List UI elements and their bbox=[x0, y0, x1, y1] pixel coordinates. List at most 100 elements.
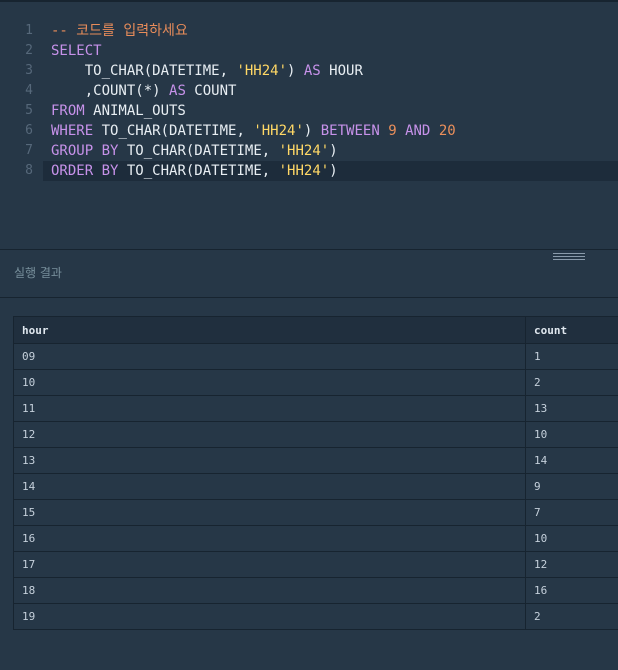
line-number: 4 bbox=[25, 83, 33, 98]
line-number: 2 bbox=[25, 43, 33, 58]
cell-count: 12 bbox=[525, 551, 618, 578]
code-token: ) bbox=[287, 63, 304, 79]
result-table: hour count 09 1 10 2 11 13 12 10 13 14 14 9 15 7 16 10 1… bbox=[13, 316, 618, 630]
cell-count: 7 bbox=[525, 499, 618, 526]
code-token: ANIMAL_OUTS bbox=[84, 103, 186, 119]
code-text: SELECT bbox=[51, 41, 102, 61]
column-header-hour: hour bbox=[13, 316, 526, 344]
table-row: 16 10 bbox=[13, 525, 618, 552]
code-token: COUNT bbox=[185, 83, 237, 99]
code-token: 'HH24' bbox=[236, 63, 288, 79]
cell-hour: 17 bbox=[13, 551, 526, 578]
cell-count: 13 bbox=[525, 395, 618, 422]
table-row: 10 2 bbox=[13, 369, 618, 396]
cell-count: 1 bbox=[525, 343, 618, 370]
line-number: 5 bbox=[25, 103, 33, 118]
cell-hour: 10 bbox=[13, 369, 526, 396]
line-number: 6 bbox=[25, 123, 33, 138]
code-token: -- 코드를 입력하세요 bbox=[51, 23, 188, 39]
column-header-count: count bbox=[525, 316, 618, 344]
code-token: AS bbox=[169, 83, 186, 99]
code-token: 'HH24' bbox=[278, 143, 330, 159]
code-token: TO_CHAR(DATETIME, bbox=[51, 63, 237, 79]
code-token: 'HH24' bbox=[278, 163, 330, 179]
result-header: 실행 결과 bbox=[0, 250, 618, 298]
cell-count: 14 bbox=[525, 447, 618, 474]
code-line[interactable]: 2 SELECT bbox=[0, 41, 618, 61]
line-number: 7 bbox=[25, 143, 33, 158]
code-token: ) bbox=[303, 123, 321, 139]
cell-count: 2 bbox=[525, 369, 618, 396]
cell-count: 9 bbox=[525, 473, 618, 500]
code-line[interactable]: 4 ,COUNT(*) AS COUNT bbox=[0, 81, 618, 101]
code-line[interactable]: 1 -- 코드를 입력하세요 bbox=[0, 21, 618, 41]
cell-hour: 18 bbox=[13, 577, 526, 604]
code-text: -- 코드를 입력하세요 bbox=[51, 21, 188, 41]
code-token: TO_CHAR(DATETIME, bbox=[118, 163, 279, 179]
code-text: ORDER BY TO_CHAR(DATETIME, 'HH24') bbox=[51, 161, 338, 181]
code-text: TO_CHAR(DATETIME, 'HH24') AS HOUR bbox=[51, 61, 363, 81]
table-row: 15 7 bbox=[13, 499, 618, 526]
code-text: ,COUNT(*) AS COUNT bbox=[51, 81, 237, 101]
table-row: 14 9 bbox=[13, 473, 618, 500]
code-token: ,COUNT(*) bbox=[51, 83, 170, 99]
code-token: WHERE bbox=[51, 123, 94, 139]
code-token: GROUP bbox=[51, 143, 94, 159]
table-row: 09 1 bbox=[13, 343, 618, 370]
code-token: 20 bbox=[438, 123, 456, 139]
cell-hour: 15 bbox=[13, 499, 526, 526]
code-token: BETWEEN bbox=[320, 123, 380, 139]
cell-hour: 19 bbox=[13, 603, 526, 630]
code-text: WHERE TO_CHAR(DATETIME, 'HH24') BETWEEN … bbox=[51, 121, 456, 141]
code-line[interactable]: 6 WHERE TO_CHAR(DATETIME, 'HH24') BETWEEN… bbox=[0, 121, 618, 141]
table-row: 13 14 bbox=[13, 447, 618, 474]
code-line[interactable]: 7 GROUP BY TO_CHAR(DATETIME, 'HH24') bbox=[0, 141, 618, 161]
code-token: ) bbox=[329, 163, 338, 179]
code-token: 9 bbox=[388, 123, 397, 139]
code-token: AS bbox=[303, 63, 321, 79]
cell-count: 16 bbox=[525, 577, 618, 604]
code-token: TO_CHAR(DATETIME, bbox=[118, 143, 279, 159]
line-number: 3 bbox=[25, 63, 33, 78]
cell-hour: 14 bbox=[13, 473, 526, 500]
code-token: FROM bbox=[51, 103, 85, 119]
table-row: 19 2 bbox=[13, 603, 618, 630]
cell-count: 10 bbox=[525, 421, 618, 448]
line-number: 8 bbox=[25, 163, 33, 178]
cell-hour: 13 bbox=[13, 447, 526, 474]
code-text: GROUP BY TO_CHAR(DATETIME, 'HH24') bbox=[51, 141, 338, 161]
code-editor[interactable]: 1 -- 코드를 입력하세요 2 SELECT 3 TO_CHAR(DATETIME, … bbox=[0, 0, 618, 249]
code-line[interactable]: 3 TO_CHAR(DATETIME, 'HH24') AS HOUR bbox=[0, 61, 618, 81]
cell-hour: 16 bbox=[13, 525, 526, 552]
cell-hour: 11 bbox=[13, 395, 526, 422]
table-header-row: hour count bbox=[13, 316, 618, 344]
cell-count: 10 bbox=[525, 525, 618, 552]
result-title: 실행 결과 bbox=[14, 266, 62, 280]
code-line[interactable]: 8 ORDER BY TO_CHAR(DATETIME, 'HH24') bbox=[25, 161, 618, 181]
cell-count: 2 bbox=[525, 603, 618, 630]
code-token: ORDER bbox=[51, 163, 94, 179]
table-row: 12 10 bbox=[13, 421, 618, 448]
table-row: 18 16 bbox=[13, 577, 618, 604]
code-line[interactable]: 5 FROM ANIMAL_OUTS bbox=[0, 101, 618, 121]
code-token: AND bbox=[405, 123, 431, 139]
cell-hour: 09 bbox=[13, 343, 526, 370]
table-row: 11 13 bbox=[13, 395, 618, 422]
resize-handle-icon[interactable] bbox=[553, 253, 585, 261]
code-token: BY bbox=[101, 143, 119, 159]
cell-hour: 12 bbox=[13, 421, 526, 448]
code-token: SELECT bbox=[51, 43, 102, 59]
code-token: TO_CHAR(DATETIME, bbox=[93, 123, 254, 139]
code-text: FROM ANIMAL_OUTS bbox=[51, 101, 186, 121]
code-token: BY bbox=[101, 163, 119, 179]
line-number: 1 bbox=[25, 23, 33, 38]
code-token: ) bbox=[329, 143, 338, 159]
code-token: 'HH24' bbox=[253, 123, 304, 139]
table-row: 17 12 bbox=[13, 551, 618, 578]
code-token: HOUR bbox=[320, 63, 363, 79]
